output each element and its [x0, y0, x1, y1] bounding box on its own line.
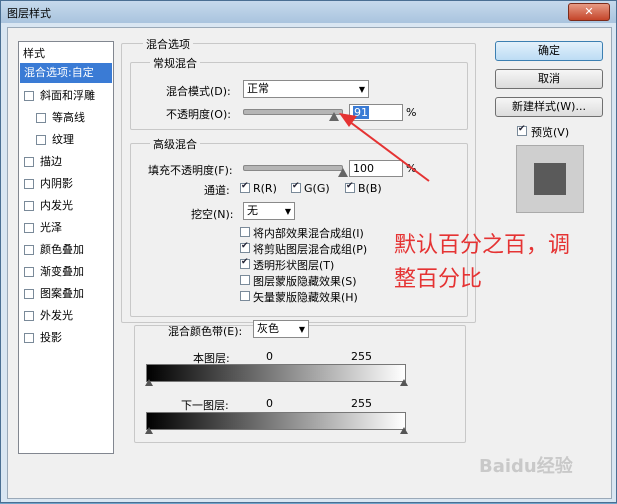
- annotation-line-2: 整百分比: [394, 267, 483, 292]
- layer-style-dialog: 图层样式 ✕ 样式 混合选项:自定 斜面和浮雕 等高线 纹理 描边 内阴影 内发…: [0, 0, 617, 503]
- baidu-watermark: Baidu经验: [479, 456, 573, 477]
- annotation-line-1: 默认百分之百，调: [394, 233, 571, 258]
- annotation-text: 默认百分之百，调 整百分比: [394, 229, 570, 297]
- annotation-arrow-line: [345, 118, 430, 182]
